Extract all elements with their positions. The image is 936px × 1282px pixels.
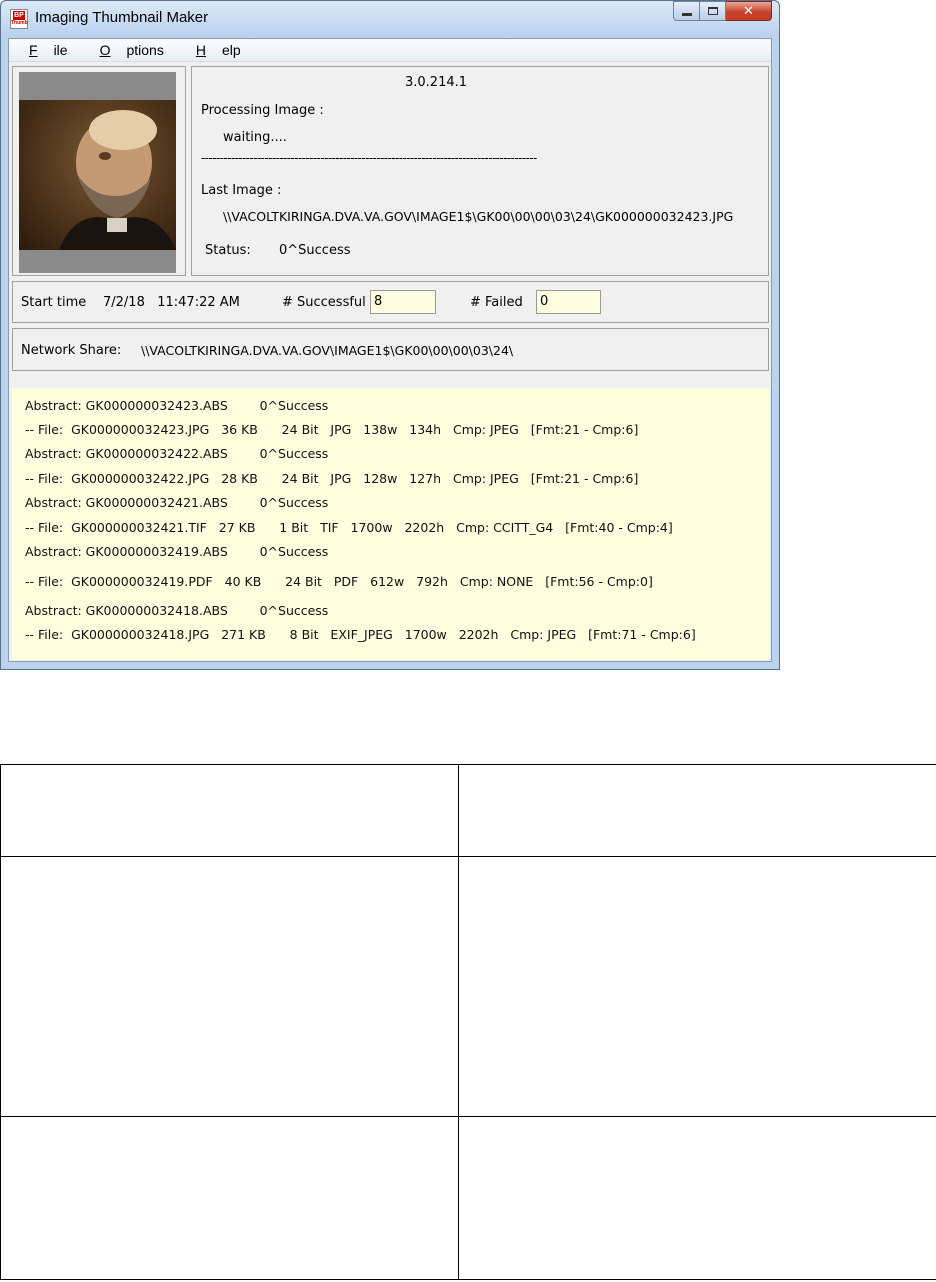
- failed-count-field[interactable]: 0: [536, 290, 601, 314]
- document-table: [0, 763, 936, 1281]
- table-cell: [0, 763, 459, 858]
- successful-label: # Successful: [282, 295, 366, 310]
- portrait-image: [19, 100, 176, 250]
- start-time-label: Start time: [21, 295, 87, 310]
- app-icon[interactable]: BP Thumb: [10, 9, 28, 29]
- menu-options[interactable]: Options: [90, 42, 170, 58]
- log-line: Abstract: GK000000032419.ABS 0^Success: [25, 544, 329, 559]
- log-line: -- File: GK000000032423.JPG 36 KB 24 Bit…: [25, 422, 639, 437]
- network-share-path: \\VACOLTKIRINGA.DVA.VA.GOV\IMAGE1$\GK00\…: [141, 343, 514, 358]
- app-window: BP Thumb Imaging Thumbnail Maker ✕ File …: [0, 0, 780, 670]
- menu-file[interactable]: File: [19, 42, 74, 58]
- table-cell: [0, 1115, 459, 1281]
- successful-count-field[interactable]: 8: [370, 290, 436, 314]
- network-share-panel: Network Share: \\VACOLTKIRINGA.DVA.VA.GO…: [12, 328, 769, 371]
- window-title: Imaging Thumbnail Maker: [35, 9, 209, 26]
- menu-file-rest: ile: [53, 42, 68, 58]
- last-image-path: \\VACOLTKIRINGA.DVA.VA.GOV\IMAGE1$\GK00\…: [223, 209, 734, 224]
- last-image-label: Last Image :: [201, 183, 282, 198]
- menu-help[interactable]: Help: [186, 42, 247, 58]
- close-button[interactable]: ✕: [726, 1, 772, 21]
- portrait-illustration: [59, 110, 176, 250]
- caption-buttons: ✕: [673, 1, 772, 23]
- table-cell: [458, 856, 936, 1117]
- client-area: File Options Help 3.0.214.1 Processing I…: [8, 38, 772, 662]
- maximize-button[interactable]: [700, 1, 726, 21]
- log-line: -- File: GK000000032422.JPG 28 KB 24 Bit…: [25, 471, 639, 486]
- menu-bar: File Options Help: [9, 39, 771, 62]
- stats-panel: Start time 7/2/18 11:47:22 AM # Successf…: [12, 281, 769, 323]
- log-line: Abstract: GK000000032421.ABS 0^Success: [25, 495, 329, 510]
- log-line: -- File: GK000000032419.PDF 40 KB 24 Bit…: [25, 574, 653, 589]
- log-line: Abstract: GK000000032418.ABS 0^Success: [25, 603, 329, 618]
- status-value: 0^Success: [279, 243, 351, 258]
- log-line: Abstract: GK000000032423.ABS 0^Success: [25, 398, 329, 413]
- processing-image-label: Processing Image :: [201, 103, 324, 118]
- status-label: Status:: [205, 243, 251, 258]
- start-time-value: 7/2/18 11:47:22 AM: [103, 295, 240, 310]
- log-panel[interactable]: Abstract: GK000000032423.ABS 0^Success -…: [12, 388, 769, 660]
- minimize-button[interactable]: [673, 1, 700, 21]
- table-cell: [458, 1115, 936, 1281]
- failed-label: # Failed: [470, 295, 523, 310]
- table-cell: [458, 763, 936, 858]
- thumbnail-panel: [12, 66, 186, 276]
- processing-info-panel: 3.0.214.1 Processing Image : waiting....…: [191, 66, 769, 276]
- menu-help-rest: elp: [221, 42, 241, 58]
- processing-image-value: waiting....: [223, 130, 287, 145]
- log-line: Abstract: GK000000032422.ABS 0^Success: [25, 446, 329, 461]
- log-line: -- File: GK000000032418.JPG 271 KB 8 Bit…: [25, 627, 696, 642]
- network-share-label: Network Share:: [21, 343, 122, 358]
- version-label: 3.0.214.1: [405, 75, 468, 90]
- separator-line: ----------------------------------------…: [201, 151, 537, 165]
- thumbnail-image: [19, 72, 176, 273]
- close-icon: ✕: [743, 3, 754, 19]
- table-cell: [0, 856, 459, 1117]
- title-bar[interactable]: BP Thumb Imaging Thumbnail Maker ✕: [1, 1, 779, 37]
- log-line: -- File: GK000000032421.TIF 27 KB 1 Bit …: [25, 520, 673, 535]
- minimize-icon: [681, 12, 692, 16]
- menu-options-rest: ptions: [126, 42, 164, 58]
- maximize-icon: [707, 7, 718, 15]
